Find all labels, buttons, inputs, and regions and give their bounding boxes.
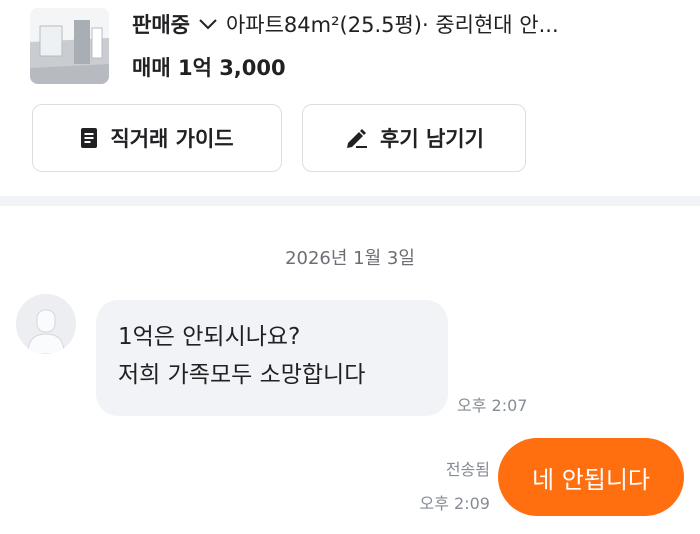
outgoing-message-text: 네 안됩니다 <box>531 465 651 494</box>
avatar[interactable] <box>16 294 76 354</box>
incoming-message-line: 1억은 안되시나요? <box>118 324 301 350</box>
sent-status: 전송됨 <box>445 460 490 479</box>
listing-price: 매매 1억 3,000 <box>132 56 286 80</box>
outgoing-message-bubble[interactable]: 네 안됩니다 <box>498 438 684 516</box>
section-divider <box>0 196 700 206</box>
incoming-message-bubble[interactable]: 1억은 안되시나요? 저희 가족모두 소망합니다 <box>96 300 448 416</box>
incoming-message-time: 오후 2:07 <box>457 396 528 415</box>
incoming-message-line: 저희 가족모두 소망합니다 <box>118 362 366 388</box>
outgoing-message-time: 오후 2:09 <box>419 494 490 513</box>
direct-trade-guide-label: 직거래 가이드 <box>110 127 234 151</box>
chat-date-separator: 2026년 1월 3일 <box>285 248 415 269</box>
listing-summary: 아파트84m²(25.5평)· 중리현대 안... <box>225 13 559 37</box>
pen-icon <box>344 127 368 149</box>
listing-header[interactable]: 판매중 아파트84m²(25.5평)· 중리현대 안... 매매 1억 3,00… <box>0 0 700 96</box>
chevron-down-icon[interactable] <box>198 17 218 31</box>
listing-title-row: 판매중 아파트84m²(25.5평)· 중리현대 안... <box>132 8 692 40</box>
write-review-button[interactable]: 후기 남기기 <box>302 104 526 172</box>
write-review-label: 후기 남기기 <box>380 127 484 151</box>
direct-trade-guide-button[interactable]: 직거래 가이드 <box>32 104 282 172</box>
document-icon <box>80 127 98 149</box>
action-bar: 직거래 가이드 후기 남기기 <box>0 104 700 174</box>
listing-thumbnail <box>30 8 109 84</box>
listing-status[interactable]: 판매중 <box>132 9 190 39</box>
